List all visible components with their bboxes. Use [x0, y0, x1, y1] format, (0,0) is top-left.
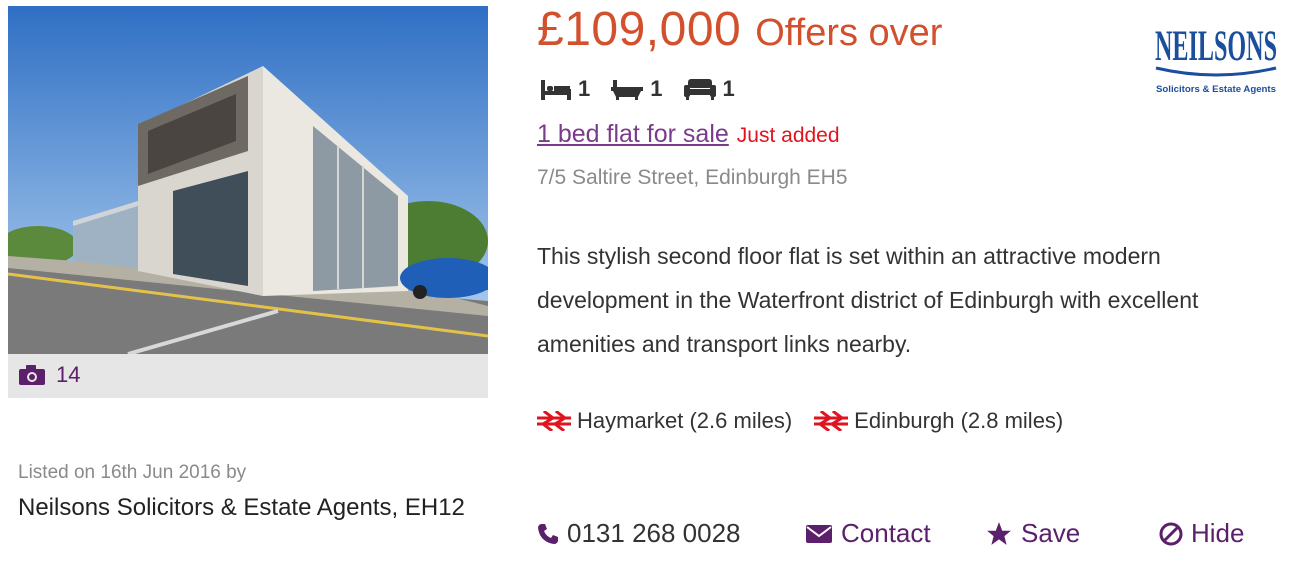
station-item: Edinburgh (2.8 miles) [814, 408, 1063, 434]
just-added-badge: Just added [736, 124, 840, 147]
no-entry-icon [1159, 522, 1183, 545]
bathrooms-count: 1 [650, 76, 663, 101]
station-label: Edinburgh (2.8 miles) [854, 408, 1064, 433]
save-button[interactable]: Save [985, 518, 1159, 549]
contact-button[interactable]: Contact [805, 518, 985, 549]
agent-name: Neilsons Solicitors & Estate Agents, EH1… [18, 494, 465, 521]
price-row: £109,000 Offers over [537, 2, 942, 57]
contact-label: Contact [841, 518, 931, 548]
hide-button[interactable]: Hide [1159, 518, 1244, 549]
national-rail-icon [814, 411, 849, 431]
property-photo[interactable] [8, 6, 488, 354]
listing-actions: 0131 268 0028 Contact Save Hide [537, 518, 1244, 549]
property-photo-panel[interactable]: 14 [8, 6, 488, 398]
property-features: 1 1 1 [540, 76, 735, 102]
listing-title-row: 1 bed flat for sale Just added [537, 120, 840, 149]
phone-number: 0131 268 0028 [567, 518, 741, 548]
bath-icon [611, 80, 644, 100]
listing-description: This stylish second floor flat is set wi… [537, 243, 1199, 357]
envelope-icon [806, 524, 832, 543]
agent-logo[interactable]: NEILSONS Solicitors & Estate Agents [1150, 20, 1282, 100]
phone-link[interactable]: 0131 268 0028 [537, 518, 805, 549]
bedrooms-count: 1 [578, 76, 591, 101]
save-label: Save [1021, 518, 1081, 548]
phone-icon [538, 523, 558, 544]
receptions-feature: 1 [683, 76, 735, 102]
bathrooms-feature: 1 [610, 76, 663, 102]
svg-text:Solicitors & Estate Agents: Solicitors & Estate Agents [1156, 84, 1276, 95]
station-label: Haymarket (2.6 miles) [577, 408, 793, 433]
listed-date: Listed on 16th Jun 2016 by [18, 462, 247, 483]
camera-icon [19, 365, 45, 385]
photo-count[interactable]: 14 [18, 362, 80, 388]
hide-label: Hide [1191, 518, 1245, 548]
bed-icon [541, 80, 571, 100]
station-item: Haymarket (2.6 miles) [537, 408, 792, 434]
sofa-icon [683, 79, 716, 100]
photo-count-label: 14 [56, 362, 81, 387]
nearby-stations: Haymarket (2.6 miles) Edinburgh (2.8 mil… [537, 408, 1063, 434]
receptions-count: 1 [722, 76, 735, 101]
national-rail-icon [537, 411, 571, 431]
price-qualifier: Offers over [755, 12, 943, 54]
svg-text:NEILSONS: NEILSONS [1155, 22, 1277, 70]
bedrooms-feature: 1 [540, 76, 590, 102]
star-icon [987, 521, 1011, 545]
listing-title-link[interactable]: 1 bed flat for sale [537, 120, 729, 149]
listing-address: 7/5 Saltire Street, Edinburgh EH5 [537, 166, 848, 189]
price: £109,000 [537, 3, 742, 56]
